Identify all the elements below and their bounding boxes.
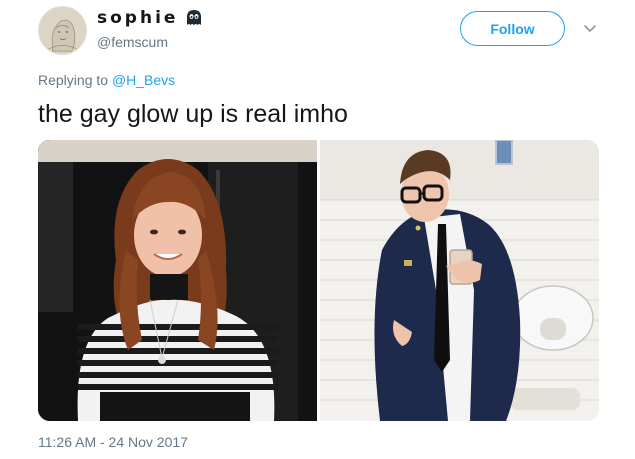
avatar[interactable]: [38, 6, 87, 55]
display-name[interactable]: sophie: [97, 8, 178, 28]
ghost-face-icon: [184, 8, 204, 28]
reply-prefix: Replying to: [38, 72, 112, 88]
reply-mention-link[interactable]: @H_Bevs: [112, 72, 175, 88]
name-row: sophie: [97, 8, 204, 28]
user-handle[interactable]: @femscum: [97, 34, 168, 50]
tweet-card: sophie @femscum Follow Replying to @H_Be…: [0, 0, 635, 459]
media-grid: [38, 140, 599, 421]
before-photo[interactable]: [38, 140, 317, 421]
after-photo[interactable]: [320, 140, 599, 421]
tweet-timestamp[interactable]: 11:26 AM - 24 Nov 2017: [38, 434, 188, 450]
chevron-down-icon[interactable]: [582, 20, 598, 36]
reply-context: Replying to @H_Bevs: [38, 72, 175, 88]
tweet-text: the gay glow up is real imho: [38, 100, 348, 128]
follow-button[interactable]: Follow: [460, 11, 565, 46]
